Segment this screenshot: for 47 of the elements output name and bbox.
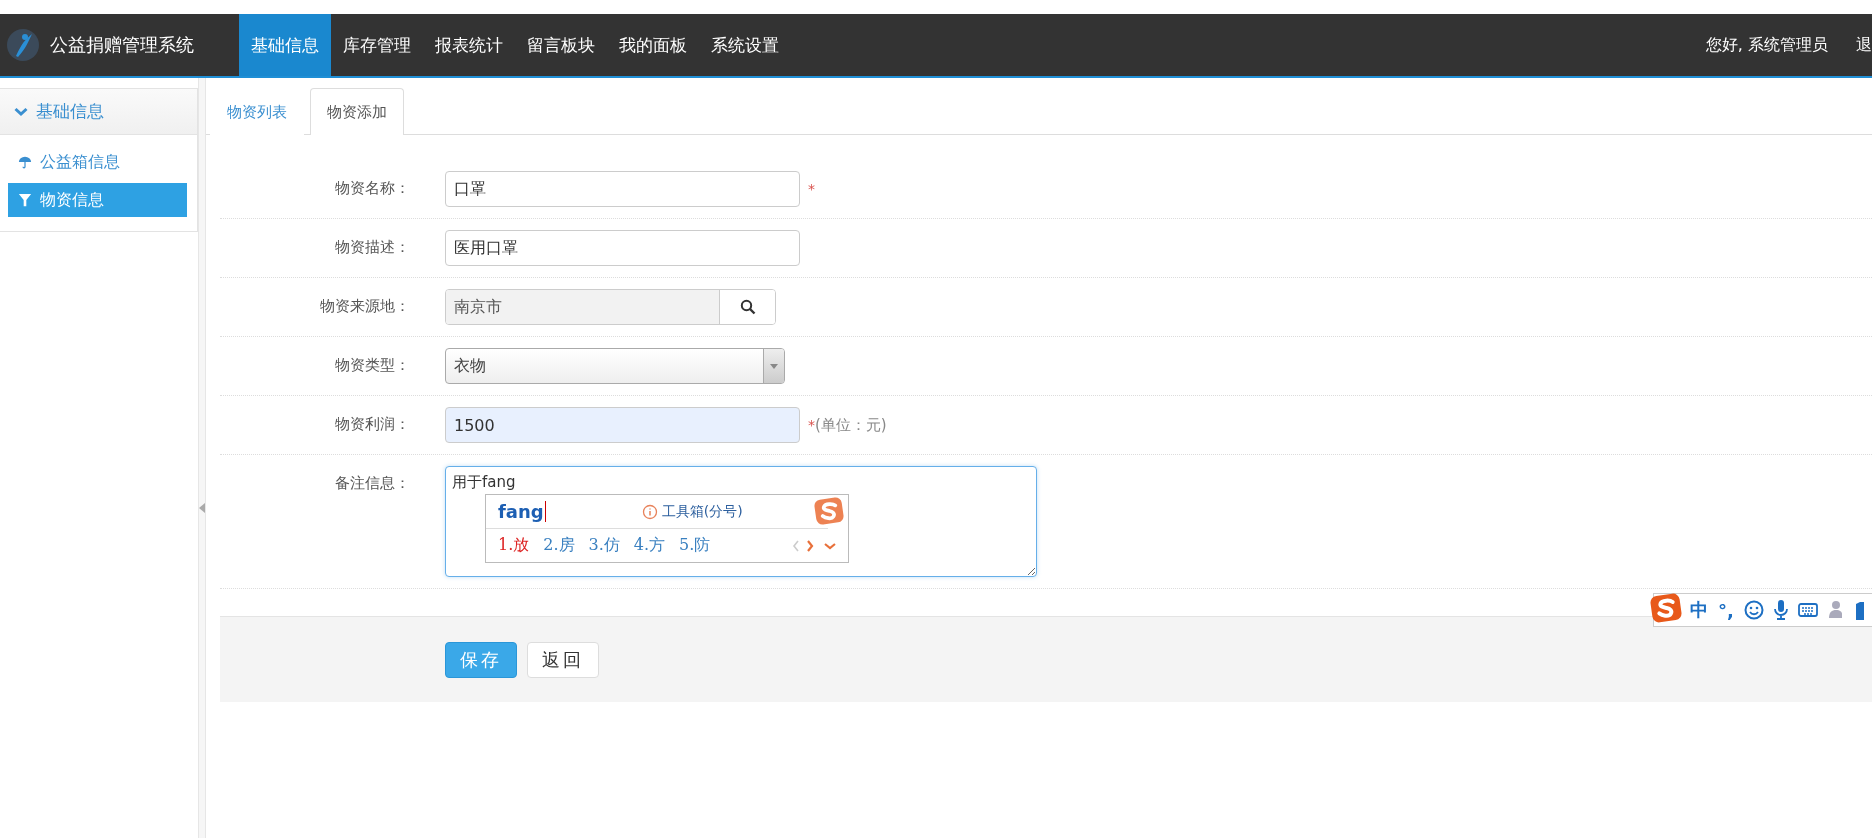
keyboard-icon[interactable] (1797, 602, 1818, 618)
field-label: 物资来源地： (319, 296, 410, 316)
nav-item[interactable]: 基础信息 (239, 14, 331, 76)
field-label: 物资描述： (334, 237, 410, 257)
sidebar-item[interactable]: 公益箱信息 (8, 145, 187, 179)
candidate-word[interactable]: 1.放 (498, 535, 530, 556)
punctuation-toggle[interactable]: °, (1718, 599, 1734, 621)
candidate-word[interactable]: 2.房 (543, 535, 575, 556)
nav-item[interactable]: 系统设置 (699, 14, 791, 76)
required-mark: * (808, 417, 815, 433)
text-field[interactable]: 医用口罩 (445, 230, 800, 266)
info-icon (641, 503, 658, 520)
field-label: 物资名称： (334, 178, 410, 198)
umbrella-icon (18, 155, 32, 169)
back-button[interactable]: 返回 (527, 641, 599, 678)
candidate-word[interactable]: 3.仿 (588, 535, 620, 556)
nav-item[interactable]: 留言板块 (515, 14, 607, 76)
logo-icon (6, 28, 40, 62)
composition-text: fang (498, 501, 546, 522)
filter-icon (18, 193, 32, 207)
nav-item[interactable]: 库存管理 (331, 14, 423, 76)
text-field[interactable]: 1500 (445, 407, 800, 443)
field-label: 物资利润： (334, 414, 410, 434)
input-mode-toggle[interactable]: 中 (1690, 598, 1708, 622)
field-label: 物资类型： (334, 355, 410, 375)
chevron-down-icon[interactable] (824, 541, 836, 550)
candidate-word[interactable]: 5.防 (679, 535, 711, 556)
smiley-icon[interactable] (1743, 600, 1764, 620)
chevron-right-icon[interactable] (806, 539, 814, 552)
microphone-icon[interactable] (1773, 600, 1788, 620)
app-title: 公益捐赠管理系统 (50, 33, 194, 57)
field-label: 备注信息： (334, 473, 410, 493)
location-field[interactable]: 南京市 (445, 289, 776, 325)
nav-item[interactable]: 报表统计 (423, 14, 515, 76)
caret-icon (770, 363, 778, 369)
required-mark: * (808, 181, 815, 197)
nav-item[interactable]: 我的面板 (607, 14, 699, 76)
logout-link[interactable]: 退 (1856, 34, 1872, 56)
user-greeting: 您好, 系统管理员 (1705, 34, 1828, 56)
section-title: 基础信息 (36, 100, 104, 123)
search-icon (739, 299, 756, 315)
text-field[interactable]: 口罩 (445, 171, 800, 207)
tab[interactable]: 物资添加 (310, 88, 404, 135)
candidate-word[interactable]: 4.方 (633, 535, 666, 556)
toolbox-tip: 工具箱(分号) (661, 502, 743, 521)
type-dropdown[interactable]: 衣物 (445, 348, 785, 384)
unit-hint: (单位：元) (815, 415, 887, 435)
